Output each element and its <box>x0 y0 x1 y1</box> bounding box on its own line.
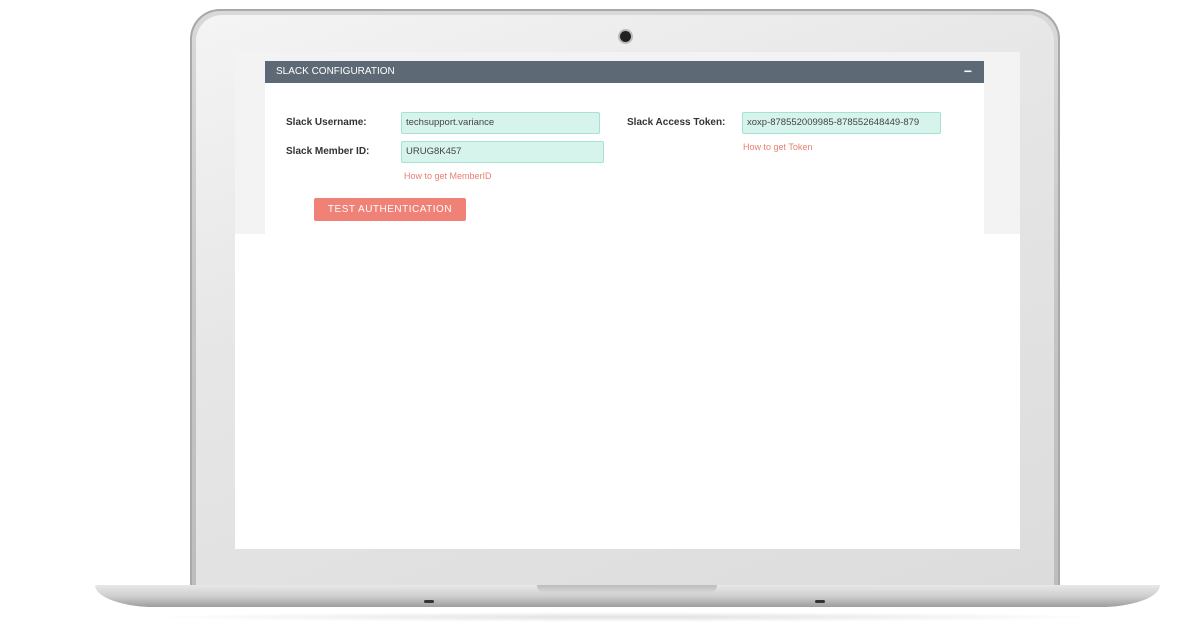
laptop-hinge-notch <box>537 585 717 593</box>
collapse-button[interactable]: − <box>964 61 972 82</box>
slack-member-id-input[interactable]: URUG8K457 <box>401 141 604 163</box>
slack-token-input[interactable]: xoxp-878552009985-878552648449-879 <box>742 112 941 134</box>
panel-header: SLACK CONFIGURATION − <box>265 61 984 83</box>
slack-config-panel: SLACK CONFIGURATION − Slack Username: te… <box>265 61 984 234</box>
panel-title: SLACK CONFIGURATION <box>276 66 395 77</box>
slack-username-input[interactable]: techsupport.variance <box>401 112 600 134</box>
test-authentication-button[interactable]: TEST AUTHENTICATION <box>314 198 466 221</box>
member-id-help-link[interactable]: How to get MemberID <box>404 171 492 181</box>
slack-member-id-label: Slack Member ID: <box>286 146 370 157</box>
slack-username-label: Slack Username: <box>286 117 367 128</box>
slack-token-label: Slack Access Token: <box>627 117 726 128</box>
laptop-shadow <box>140 612 1115 622</box>
laptop-foot-right <box>815 600 825 603</box>
laptop-screen: SLACK CONFIGURATION − Slack Username: te… <box>235 52 1020 549</box>
token-help-link[interactable]: How to get Token <box>743 142 812 152</box>
laptop-foot-left <box>424 600 434 603</box>
webcam-icon <box>620 31 631 42</box>
